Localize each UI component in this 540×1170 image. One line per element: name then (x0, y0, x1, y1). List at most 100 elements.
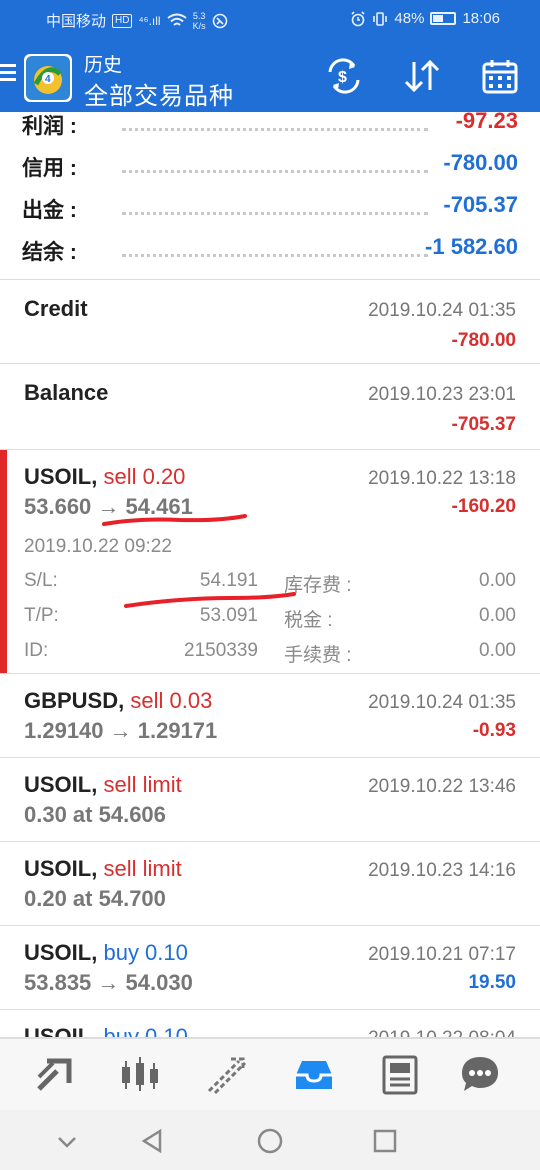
item-time: 2019.10.23 23:01 (368, 384, 516, 405)
system-navigation-bar (0, 1110, 540, 1170)
svg-text:$: $ (338, 69, 347, 86)
symbol-filter-title[interactable]: 全部交易品种 (84, 76, 234, 111)
tp-value: 53.091 (199, 605, 258, 626)
item-profit: -0.93 (472, 720, 516, 741)
deal-type: sell 0.03 (130, 688, 213, 713)
quotes-icon[interactable] (33, 1053, 77, 1097)
item-symbol: GBPUSD, sell 0.03 (24, 688, 213, 713)
deal-type: buy 0.10 (103, 940, 188, 965)
item-prices: 0.30 at 54.606 (24, 802, 166, 827)
item-profit: -160.20 (451, 496, 516, 517)
sort-arrows-icon[interactable] (402, 58, 442, 94)
swap-label: 库存费 : (284, 575, 352, 596)
item-symbol: USOIL, sell limit (24, 772, 182, 797)
leader-dots (122, 254, 428, 257)
item-time: 2019.10.22 13:18 (368, 468, 516, 489)
back-icon[interactable] (138, 1126, 168, 1156)
item-profit: -705.37 (451, 414, 516, 435)
item-symbol: USOIL, buy 0.10 (24, 1024, 188, 1038)
svg-text:4: 4 (45, 74, 51, 85)
summary-value: -97.23 (455, 112, 518, 133)
page-title: 历史 (84, 55, 123, 76)
tax-label: 税金 : (284, 610, 333, 631)
summary-value: -1 582.60 (425, 234, 518, 259)
item-prices: 1.29140 → 1.29171 (24, 718, 218, 743)
leader-dots (122, 128, 428, 131)
network-speed: 5.3 K/s (192, 10, 206, 31)
item-symbol: USOIL, buy 0.10 (24, 940, 188, 965)
summary-label: 出金 : (22, 199, 77, 222)
menu-icon[interactable] (0, 64, 16, 84)
history-inbox-icon[interactable] (292, 1053, 336, 1097)
item-time: 2019.10.24 01:35 (368, 300, 516, 321)
selection-indicator (0, 450, 7, 673)
hd-badge: HD (112, 13, 133, 28)
tax-value: 0.00 (479, 605, 516, 626)
item-symbol: USOIL, sell limit (24, 856, 182, 881)
tp-label: T/P: (24, 605, 59, 626)
deal-type: sell limit (103, 856, 182, 881)
item-time: 2019.10.22 08:04 (368, 1028, 516, 1037)
item-profit: -780.00 (451, 330, 516, 351)
summary-label: 利润 : (22, 115, 77, 138)
sl-label: S/L: (24, 570, 58, 591)
clock: 18:06 (462, 10, 500, 27)
trade-icon[interactable] (205, 1053, 249, 1097)
item-time: 2019.10.21 07:17 (368, 944, 516, 965)
home-icon[interactable] (255, 1126, 285, 1156)
chat-icon[interactable] (458, 1053, 502, 1097)
history-item-deal[interactable]: USOIL, buy 0.10 53.835 → 54.030 2019.10.… (0, 926, 540, 1010)
currency-exchange-icon[interactable]: $ (324, 58, 364, 94)
history-item-gbpusd[interactable]: GBPUSD, sell 0.03 1.29140 → 1.29171 2019… (0, 674, 540, 758)
collapse-chevron-icon[interactable] (52, 1126, 82, 1156)
item-prices: 0.20 at 54.700 (24, 886, 166, 911)
summary-profit-row: 利润 : -97.23 (0, 112, 540, 146)
open-time: 2019.10.22 09:22 (24, 536, 172, 557)
wifi-icon (166, 13, 187, 26)
nfc-icon (212, 13, 227, 28)
history-item-balance[interactable]: Balance 2019.10.23 23:01 -705.37 (0, 364, 540, 450)
history-summary: 利润 : -97.23 信用 : -780.00 出金 : -705.37 结余… (0, 112, 540, 280)
item-time: 2019.10.23 14:16 (368, 860, 516, 881)
history-item-order[interactable]: USOIL, sell limit 0.20 at 54.700 2019.10… (0, 842, 540, 926)
calendar-icon[interactable] (480, 58, 520, 94)
item-symbol: Credit (24, 296, 88, 321)
history-item-credit[interactable]: Credit 2019.10.24 01:35 -780.00 (0, 280, 540, 364)
battery-percent: 48% (394, 10, 425, 27)
chart-candles-icon[interactable] (118, 1053, 162, 1097)
leader-dots (122, 170, 428, 173)
deal-type: sell limit (103, 772, 182, 797)
signal-icon: ⁴⁶.ıll (138, 13, 161, 28)
carrier-label: 中国移动 (46, 13, 107, 30)
history-item-order[interactable]: USOIL, sell limit 0.30 at 54.606 2019.10… (0, 758, 540, 842)
item-time: 2019.10.24 01:35 (368, 692, 516, 713)
fee-value: 0.00 (479, 640, 516, 661)
summary-label: 结余 : (22, 241, 77, 264)
summary-value: -705.37 (443, 192, 518, 217)
mt-logo-icon: 4 (24, 54, 72, 102)
item-prices: 53.835 → 54.030 (24, 970, 193, 995)
item-profit: 19.50 (468, 972, 516, 993)
summary-balance-row: 结余 : -1 582.60 (0, 232, 540, 272)
leader-dots (122, 212, 428, 215)
item-prices: 53.660 → 54.461 (24, 494, 193, 519)
id-value: 2150339 (184, 640, 258, 661)
deal-type: sell 0.20 (103, 464, 186, 489)
alarm-icon (351, 10, 365, 26)
summary-withdrawal-row: 出金 : -705.37 (0, 190, 540, 230)
id-label: ID: (24, 640, 49, 661)
summary-value: -780.00 (443, 150, 518, 175)
battery-icon (430, 12, 457, 25)
recents-icon[interactable] (370, 1126, 400, 1156)
history-item-expanded[interactable]: USOIL, sell 0.20 53.660 → 54.461 2019.10… (0, 450, 540, 674)
history-item-partial[interactable]: USOIL, buy 0.10 2019.10.22 08:04 (0, 1010, 540, 1038)
vibrate-icon (373, 11, 388, 26)
item-symbol: Balance (24, 380, 109, 405)
summary-label: 信用 : (22, 157, 77, 180)
item-symbol: USOIL, sell 0.20 (24, 464, 186, 489)
news-icon[interactable] (378, 1053, 422, 1097)
sl-value: 54.191 (199, 570, 258, 591)
swap-value: 0.00 (479, 570, 516, 591)
item-time: 2019.10.22 13:46 (368, 776, 516, 797)
deal-type: buy 0.10 (103, 1024, 188, 1038)
